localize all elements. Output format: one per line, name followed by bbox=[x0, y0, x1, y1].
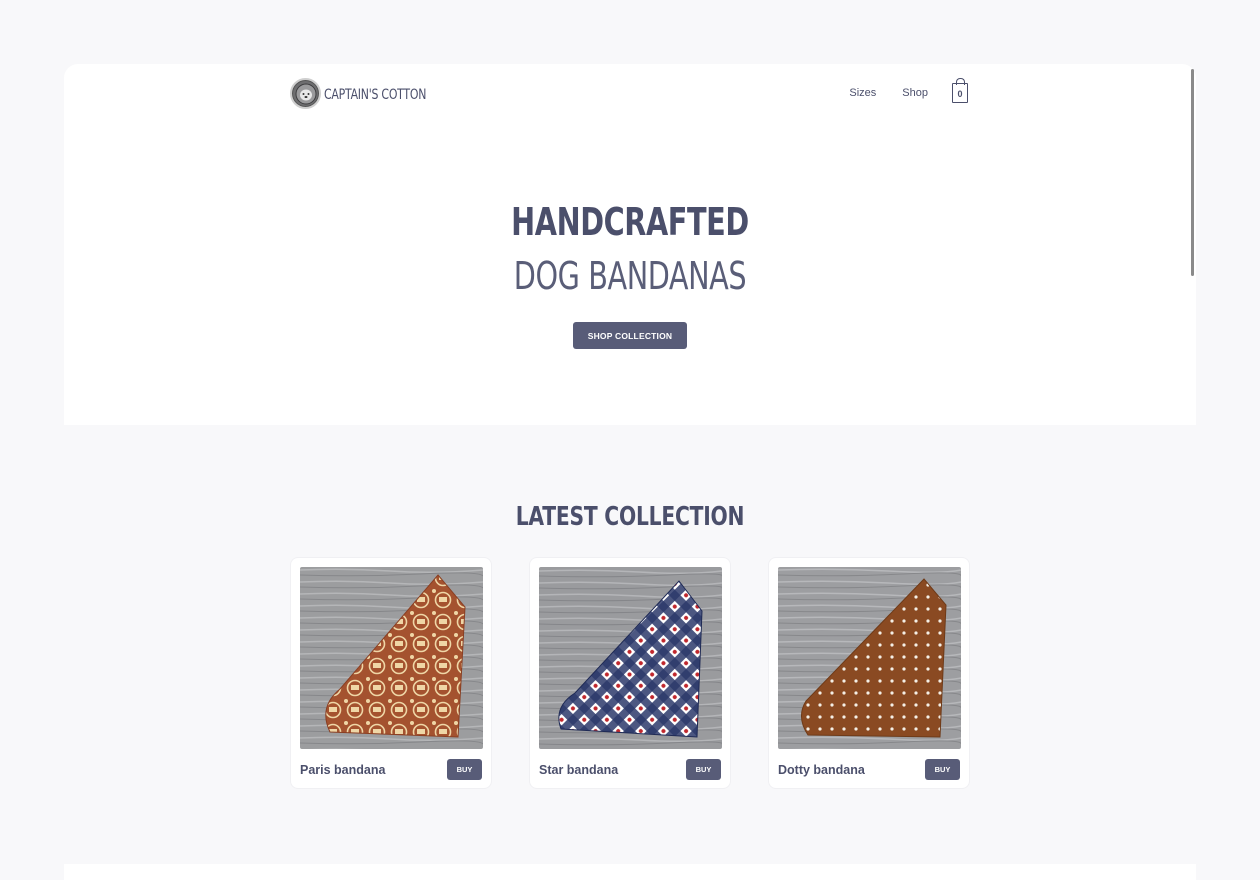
product-image-paris[interactable] bbox=[300, 567, 483, 749]
top-nav: CAPTAIN'S COTTON Sizes Shop 0 bbox=[290, 78, 970, 112]
hero-title-line2: DOG BANDANAS bbox=[513, 254, 747, 298]
product-name: Paris bandana bbox=[300, 763, 386, 777]
product-card-dotty[interactable]: Dotty bandana BUY bbox=[768, 557, 970, 789]
product-card-star[interactable]: Star bandana BUY bbox=[529, 557, 731, 789]
product-name: Star bandana bbox=[539, 763, 619, 777]
collection-title: LATEST COLLECTION bbox=[515, 502, 745, 532]
product-image-star[interactable] bbox=[539, 567, 722, 749]
scrollbar[interactable] bbox=[1191, 69, 1194, 276]
hero-section bbox=[64, 64, 1196, 425]
dog-seal-logo-icon bbox=[290, 78, 321, 109]
shop-collection-button[interactable]: SHOP COLLECTION bbox=[573, 322, 687, 349]
nav-link-sizes[interactable]: Sizes bbox=[849, 87, 876, 99]
cart-count-badge: 0 bbox=[957, 89, 963, 99]
product-image-dotty[interactable] bbox=[778, 567, 961, 749]
product-name: Dotty bandana bbox=[778, 763, 865, 777]
shopping-bag-icon[interactable]: 0 bbox=[952, 78, 968, 103]
product-card-paris[interactable]: Paris bandana BUY bbox=[290, 557, 492, 789]
buy-button[interactable]: BUY bbox=[686, 759, 721, 780]
buy-button[interactable]: BUY bbox=[925, 759, 960, 780]
nav-link-shop[interactable]: Shop bbox=[902, 87, 928, 99]
buy-button[interactable]: BUY bbox=[447, 759, 482, 780]
brand-name: CAPTAIN'S COTTON bbox=[324, 86, 427, 103]
hero-title-line1: HANDCRAFTED bbox=[511, 200, 749, 244]
nav-links: Sizes Shop 0 bbox=[849, 78, 968, 103]
brand-logo-link[interactable]: CAPTAIN'S COTTON bbox=[290, 78, 455, 109]
footer-section bbox=[64, 864, 1196, 880]
